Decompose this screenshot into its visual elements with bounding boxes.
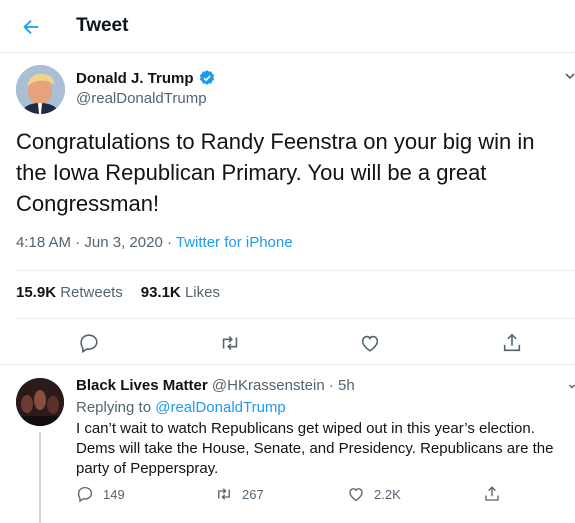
thread-line [39,432,41,523]
retweets-label: Retweets [60,284,123,301]
tweet-text: Congratulations to Randy Feenstra on you… [16,129,535,216]
reply-separator: · [324,377,339,394]
author-name-text: Donald J. Trump [76,69,194,87]
retweet-icon [218,488,230,500]
avatar-image [16,65,65,114]
like-icon [361,335,379,352]
reply-retweet-button[interactable]: 267 [214,485,264,503]
reply-author-handle[interactable]: @HKrassenstein [212,377,325,394]
tweet-meta: 4:18 AM · Jun 3, 2020 · Twitter for iPho… [16,234,293,251]
share-icon [503,333,521,352]
retweets-stat[interactable]: 15.9K Retweets [16,284,123,301]
like-icon [349,488,363,502]
likes-count: 93.1K [140,284,181,301]
reply-button[interactable] [78,332,100,354]
retweet-button[interactable] [218,332,242,354]
tweet-source[interactable]: Twitter for iPhone [176,234,293,251]
divider [0,364,575,365]
like-button[interactable] [359,332,381,354]
replying-to-handle[interactable]: @realDonaldTrump [155,399,286,416]
author-handle[interactable]: @realDonaldTrump [76,90,207,107]
tweet-time[interactable]: 4:18 AM [16,234,71,251]
reply-like-button[interactable]: 2.2K [347,485,401,503]
more-icon [569,384,575,389]
reply-icon [77,486,93,503]
divider [16,318,575,319]
page-header: Tweet [0,0,575,53]
likes-stat[interactable]: 93.1K Likes [141,284,220,301]
reply-avatar[interactable] [16,378,64,426]
more-button[interactable] [565,68,575,88]
likes-label: Likes [184,284,220,301]
more-icon [565,73,575,80]
meta-separator: · [71,234,85,251]
reply-reply-button[interactable]: 149 [76,485,125,503]
replying-to: Replying to @realDonaldTrump [76,399,286,416]
verified-badge-icon [199,70,214,85]
divider [16,270,575,271]
reply-text: I can’t wait to watch Republicans get wi… [76,420,554,477]
share-icon [485,486,499,501]
reply-avatar-image [16,378,64,426]
retweet-icon [222,336,238,350]
share-button[interactable] [501,332,523,354]
reply-more-button[interactable] [569,380,575,394]
tweet-stats: 15.9K Retweets 93.1K Likes [16,284,220,301]
back-arrow-icon [23,19,39,35]
back-button[interactable] [14,10,48,44]
avatar[interactable] [16,65,65,114]
reply-like-count: 2.2K [374,486,401,502]
reply-author-name[interactable]: Black Lives Matter [76,377,208,394]
reply-reply-count: 149 [103,486,125,502]
author-name[interactable]: Donald J. Trump [76,69,216,87]
page-title: Tweet [76,15,129,36]
meta-separator: · [162,234,176,251]
reply-time[interactable]: 5h [338,377,355,394]
reply-header: Black Lives Matter @HKrassenstein · 5h [76,377,355,394]
reply-icon [80,334,98,354]
reply-share-button[interactable] [483,485,501,503]
retweets-count: 15.9K [16,284,57,301]
tweet-date[interactable]: Jun 3, 2020 [84,234,162,251]
replying-label: Replying to [76,399,152,416]
reply-retweet-count: 267 [242,486,264,502]
